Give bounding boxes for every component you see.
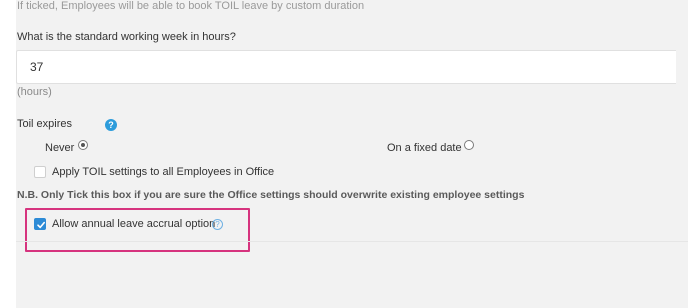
custom-duration-hint: If ticked, Employees will be able to boo… (17, 0, 365, 12)
radio-never[interactable] (78, 140, 88, 150)
working-week-unit: (hours) (17, 86, 52, 98)
accrual-label[interactable]: Allow annual leave accrual option (52, 218, 215, 230)
apply-all-label[interactable]: Apply TOIL settings to all Employees in … (52, 166, 274, 178)
radio-never-label: Never (45, 142, 75, 154)
question-circle-icon[interactable]: ? (105, 119, 117, 131)
radio-fixed-date[interactable] (464, 140, 474, 150)
working-week-input[interactable] (16, 50, 676, 84)
toil-expires-label: Toil expires (17, 118, 73, 130)
settings-panel (16, 0, 688, 308)
section-divider (16, 241, 688, 242)
overwrite-warning-note: N.B. Only Tick this box if you are sure … (17, 189, 525, 201)
radio-fixed-date-label: On a fixed date (387, 142, 462, 154)
radio-option-fixed-date[interactable]: On a fixed date (387, 138, 462, 156)
accrual-checkbox[interactable] (34, 218, 46, 230)
radio-option-never[interactable]: Never (45, 138, 74, 156)
checkmark-icon (37, 221, 45, 229)
highlight-box (25, 208, 250, 252)
working-week-label: What is the standard working week in hou… (17, 31, 236, 43)
apply-all-checkbox[interactable] (34, 166, 46, 178)
question-circle-outline-icon[interactable]: ? (212, 219, 223, 230)
